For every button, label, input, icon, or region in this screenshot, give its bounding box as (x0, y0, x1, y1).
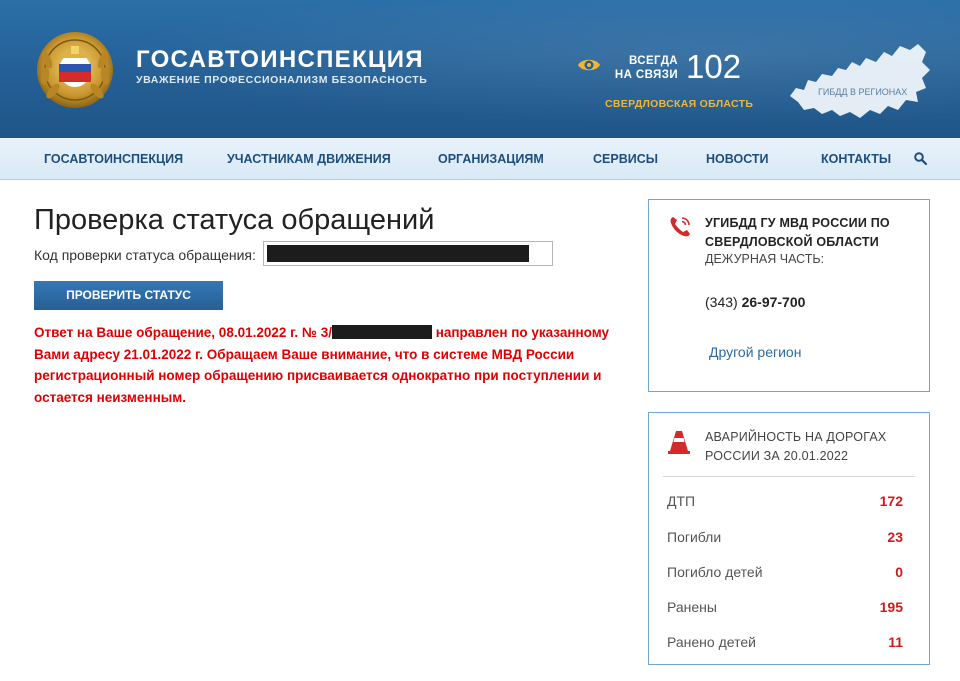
nav-item-news[interactable]: НОВОСТИ (706, 152, 769, 166)
nav-item-gosavtoinspekciya[interactable]: ГОСАВТОИНСПЕКЦИЯ (44, 152, 183, 166)
department-line-2: СВЕРДЛОВСКОЙ ОБЛАСТИ (705, 235, 879, 249)
duty-label: ДЕЖУРНАЯ ЧАСТЬ: (705, 252, 825, 266)
code-field-label: Код проверки статуса обращения: (34, 247, 256, 263)
accidents-title-line-1: АВАРИЙНОСТЬ НА ДОРОГАХ (705, 430, 887, 444)
emergency-phone: 102 (686, 48, 742, 85)
divider (663, 476, 915, 477)
nav-item-services[interactable]: СЕРВИСЫ (593, 152, 658, 166)
stat-value-children-injured: 11 (888, 634, 903, 650)
region-label[interactable]: СВЕРДЛОВСКАЯ ОБЛАСТЬ (605, 98, 753, 110)
russia-map-icon[interactable] (786, 40, 932, 124)
eye-icon (578, 59, 600, 71)
map-label[interactable]: ГИБДД В РЕГИОНАХ (818, 87, 907, 97)
stat-label-dtp: ДТП (667, 493, 696, 509)
stat-value-children-killed: 0 (895, 564, 903, 580)
search-icon[interactable] (914, 152, 927, 165)
emblem-icon[interactable] (33, 30, 117, 110)
always-on-air-text: ВСЕГДА НА СВЯЗИ (612, 54, 678, 82)
other-region-link[interactable]: Другой регион (709, 344, 801, 360)
page-title: Проверка статуса обращений (34, 204, 435, 236)
site-header: ГОСАВТОИНСПЕКЦИЯ УВАЖЕНИЕ ПРОФЕССИОНАЛИЗ… (0, 0, 960, 138)
nav-item-contacts[interactable]: КОНТАКТЫ (821, 152, 891, 166)
stat-label-children-killed: Погибло детей (667, 564, 763, 580)
stat-value-injured: 195 (879, 599, 903, 615)
duty-phone-code: (343) (705, 294, 738, 310)
accidents-title: АВАРИЙНОСТЬ НА ДОРОГАХ РОССИИ ЗА 20.01.2… (705, 428, 905, 466)
main-nav: ГОСАВТОИНСПЕКЦИЯ УЧАСТНИКАМ ДВИЖЕНИЯ ОРГ… (0, 138, 960, 180)
stat-label-children-injured: Ранено детей (667, 634, 756, 650)
result-message: Ответ на Ваше обращение, 08.01.2022 г. №… (34, 322, 634, 408)
nav-item-organizations[interactable]: ОРГАНИЗАЦИЯМ (438, 152, 544, 166)
always-line-1: ВСЕГДА (629, 55, 678, 67)
nav-item-participants[interactable]: УЧАСТНИКАМ ДВИЖЕНИЯ (227, 152, 391, 166)
stat-value-dtp: 172 (879, 493, 903, 509)
stat-label-killed: Погибли (667, 529, 722, 545)
phone-icon (670, 217, 690, 237)
accidents-title-line-2: РОССИИ ЗА 20.01.2022 (705, 449, 849, 463)
brand-subtitle: УВАЖЕНИЕ ПРОФЕССИОНАЛИЗМ БЕЗОПАСНОСТЬ (136, 74, 428, 86)
brand-title[interactable]: ГОСАВТОИНСПЕКЦИЯ (136, 46, 424, 74)
duty-phone-number: 26-97-700 (741, 294, 806, 310)
result-text-part1: Ответ на Ваше обращение, 08.01.2022 г. №… (34, 325, 332, 340)
status-code-input[interactable] (263, 241, 553, 266)
check-status-button[interactable]: ПРОВЕРИТЬ СТАТУС (34, 281, 223, 310)
always-line-2: НА СВЯЗИ (614, 69, 678, 81)
stat-label-injured: Ранены (667, 599, 717, 615)
traffic-cone-icon (668, 431, 690, 454)
stat-value-killed: 23 (887, 529, 903, 545)
redacted-number (331, 325, 432, 339)
department-name: УГИБДД ГУ МВД РОССИИ ПО СВЕРДЛОВСКОЙ ОБЛ… (705, 214, 920, 252)
redacted-code (267, 245, 529, 262)
department-line-1: УГИБДД ГУ МВД РОССИИ ПО (705, 216, 890, 230)
duty-phone: (343) 26-97-700 (705, 294, 805, 310)
